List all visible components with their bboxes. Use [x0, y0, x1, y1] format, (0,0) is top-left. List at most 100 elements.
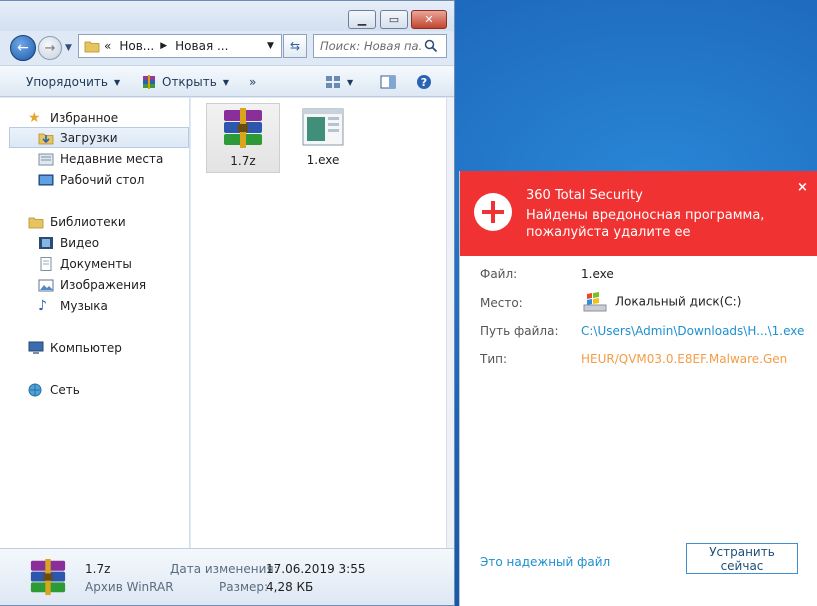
- close-button[interactable]: ✕: [411, 10, 447, 29]
- nav-network-label: Сеть: [50, 382, 80, 397]
- location-label: Место:: [480, 296, 523, 310]
- nav-video-label: Видео: [60, 235, 100, 250]
- help-icon: ?: [417, 75, 431, 89]
- location-value: Локальный диск(C:): [581, 292, 741, 312]
- file-item-1-exe[interactable]: 1.exe: [286, 103, 360, 173]
- minimize-button[interactable]: ▁: [348, 10, 376, 29]
- details-file-name: 1.7z: [85, 562, 111, 576]
- organize-button[interactable]: Упорядочить ▼: [26, 73, 120, 91]
- file-label: Файл:: [480, 267, 518, 281]
- winrar-archive-icon: [224, 108, 262, 148]
- refresh-icon: ⇆: [289, 39, 301, 53]
- location-text: Локальный диск(C:): [615, 294, 742, 309]
- vertical-scrollbar[interactable]: [446, 98, 454, 548]
- nav-network[interactable]: Сеть: [0, 379, 190, 400]
- details-size-value: 4,28 КБ: [266, 580, 314, 594]
- picture-icon: [38, 279, 54, 291]
- close-icon: ✕: [424, 13, 434, 26]
- arrow-left-icon: ←: [17, 40, 29, 56]
- trusted-file-link[interactable]: Это надежный файл: [480, 555, 610, 569]
- breadcrumb-overflow[interactable]: «: [104, 39, 111, 53]
- nav-music-label: Музыка: [60, 298, 108, 313]
- document-icon: [40, 256, 52, 271]
- downloads-folder-icon: [38, 133, 54, 144]
- video-icon: [39, 236, 53, 249]
- breadcrumb-item[interactable]: Нов...: [119, 39, 154, 53]
- more-label: »: [249, 75, 257, 89]
- nav-desktop[interactable]: Рабочий стол: [0, 169, 190, 190]
- maximize-icon: ▭: [388, 13, 400, 26]
- nav-favorites[interactable]: ★ Избранное: [0, 107, 190, 128]
- chevron-down-icon: ▼: [113, 77, 121, 87]
- nav-pictures-label: Изображения: [60, 277, 147, 292]
- more-commands-button[interactable]: »: [249, 73, 256, 91]
- nav-music[interactable]: ♪ Музыка: [0, 295, 190, 316]
- chevron-down-icon: ▼: [222, 77, 229, 87]
- security-alert-popup: 360 Total Security Найдены вредоносная п…: [459, 171, 817, 606]
- nav-downloads[interactable]: Загрузки: [9, 127, 189, 148]
- breadcrumb-item-current[interactable]: Новая ...: [175, 39, 228, 53]
- details-modified-label: Дата изменения:: [170, 562, 278, 576]
- libraries-icon: [28, 217, 44, 228]
- winrar-archive-icon: [30, 559, 66, 595]
- organize-label: Упорядочить: [26, 75, 108, 89]
- star-icon: ★: [28, 109, 41, 126]
- maximize-button[interactable]: ▭: [380, 10, 408, 29]
- music-note-icon: ♪: [38, 297, 47, 314]
- path-label: Путь файла:: [480, 324, 559, 338]
- nav-pictures[interactable]: Изображения: [0, 274, 190, 295]
- nav-recent-label: Недавние места: [60, 151, 164, 166]
- help-button[interactable]: ?: [416, 73, 432, 91]
- nav-computer[interactable]: Компьютер: [0, 337, 190, 358]
- search-icon: [424, 39, 438, 53]
- search-input[interactable]: [314, 38, 424, 54]
- file-name: 1.exe: [306, 153, 340, 167]
- nav-computer-label: Компьютер: [50, 340, 122, 355]
- arrow-right-icon: →: [44, 40, 56, 56]
- nav-libraries-label: Библиотеки: [50, 214, 126, 229]
- back-button[interactable]: ←: [10, 35, 36, 61]
- history-dropdown-icon[interactable]: ▼: [65, 43, 75, 53]
- nav-documents[interactable]: Документы: [0, 253, 190, 274]
- nav-recent-places[interactable]: Недавние места: [0, 148, 190, 169]
- nav-documents-label: Документы: [60, 256, 132, 271]
- open-button[interactable]: Открыть ▼: [141, 73, 229, 91]
- address-input[interactable]: « Нов... ▶ Новая ... ▼: [78, 34, 282, 58]
- alert-title: 360 Total Security: [526, 188, 643, 203]
- minimize-icon: ▁: [357, 13, 367, 26]
- recent-places-icon: [38, 153, 54, 165]
- view-grid-icon: [326, 76, 340, 88]
- search-field[interactable]: [313, 34, 447, 58]
- refresh-button[interactable]: ⇆: [283, 34, 307, 58]
- chevron-down-icon: ▼: [347, 77, 354, 87]
- close-popup-button[interactable]: ×: [797, 180, 808, 195]
- file-name: 1.7z: [230, 154, 256, 168]
- nav-video[interactable]: Видео: [0, 232, 190, 253]
- details-file-type: Архив WinRAR: [85, 580, 174, 594]
- nav-favorites-label: Избранное: [50, 110, 119, 125]
- winrar-icon: [143, 75, 155, 89]
- path-link[interactable]: C:\Users\Admin\Downloads\H...\1.exe: [581, 324, 804, 338]
- view-options-button[interactable]: ▼: [325, 73, 353, 91]
- fix-now-button[interactable]: Устранить сейчас: [686, 543, 798, 574]
- computer-icon: [28, 341, 44, 354]
- 360-logo-icon: [474, 193, 512, 231]
- details-pane: [0, 548, 454, 605]
- details-size-label: Размер:: [219, 580, 269, 594]
- breadcrumb-separator-icon[interactable]: ▶: [160, 41, 167, 51]
- address-dropdown-icon[interactable]: ▼: [267, 41, 274, 51]
- windows-drive-icon: [583, 292, 607, 312]
- preview-pane-button[interactable]: [380, 73, 396, 91]
- desktop-icon: [38, 174, 54, 185]
- alert-message: Найдены вредоносная программа, пожалуйст…: [526, 208, 765, 240]
- exe-window-icon: [302, 108, 344, 146]
- network-icon: [28, 383, 42, 396]
- nav-libraries[interactable]: Библиотеки: [0, 211, 190, 232]
- type-label: Тип:: [480, 352, 508, 366]
- forward-button[interactable]: →: [38, 36, 62, 60]
- details-modified-value: 17.06.2019 3:55: [266, 562, 366, 576]
- preview-pane-icon: [380, 75, 396, 89]
- file-value: 1.exe: [581, 267, 614, 281]
- threat-type-value: HEUR/QVM03.0.E8EF.Malware.Gen: [581, 352, 788, 366]
- file-item-1-7z[interactable]: 1.7z: [206, 103, 280, 173]
